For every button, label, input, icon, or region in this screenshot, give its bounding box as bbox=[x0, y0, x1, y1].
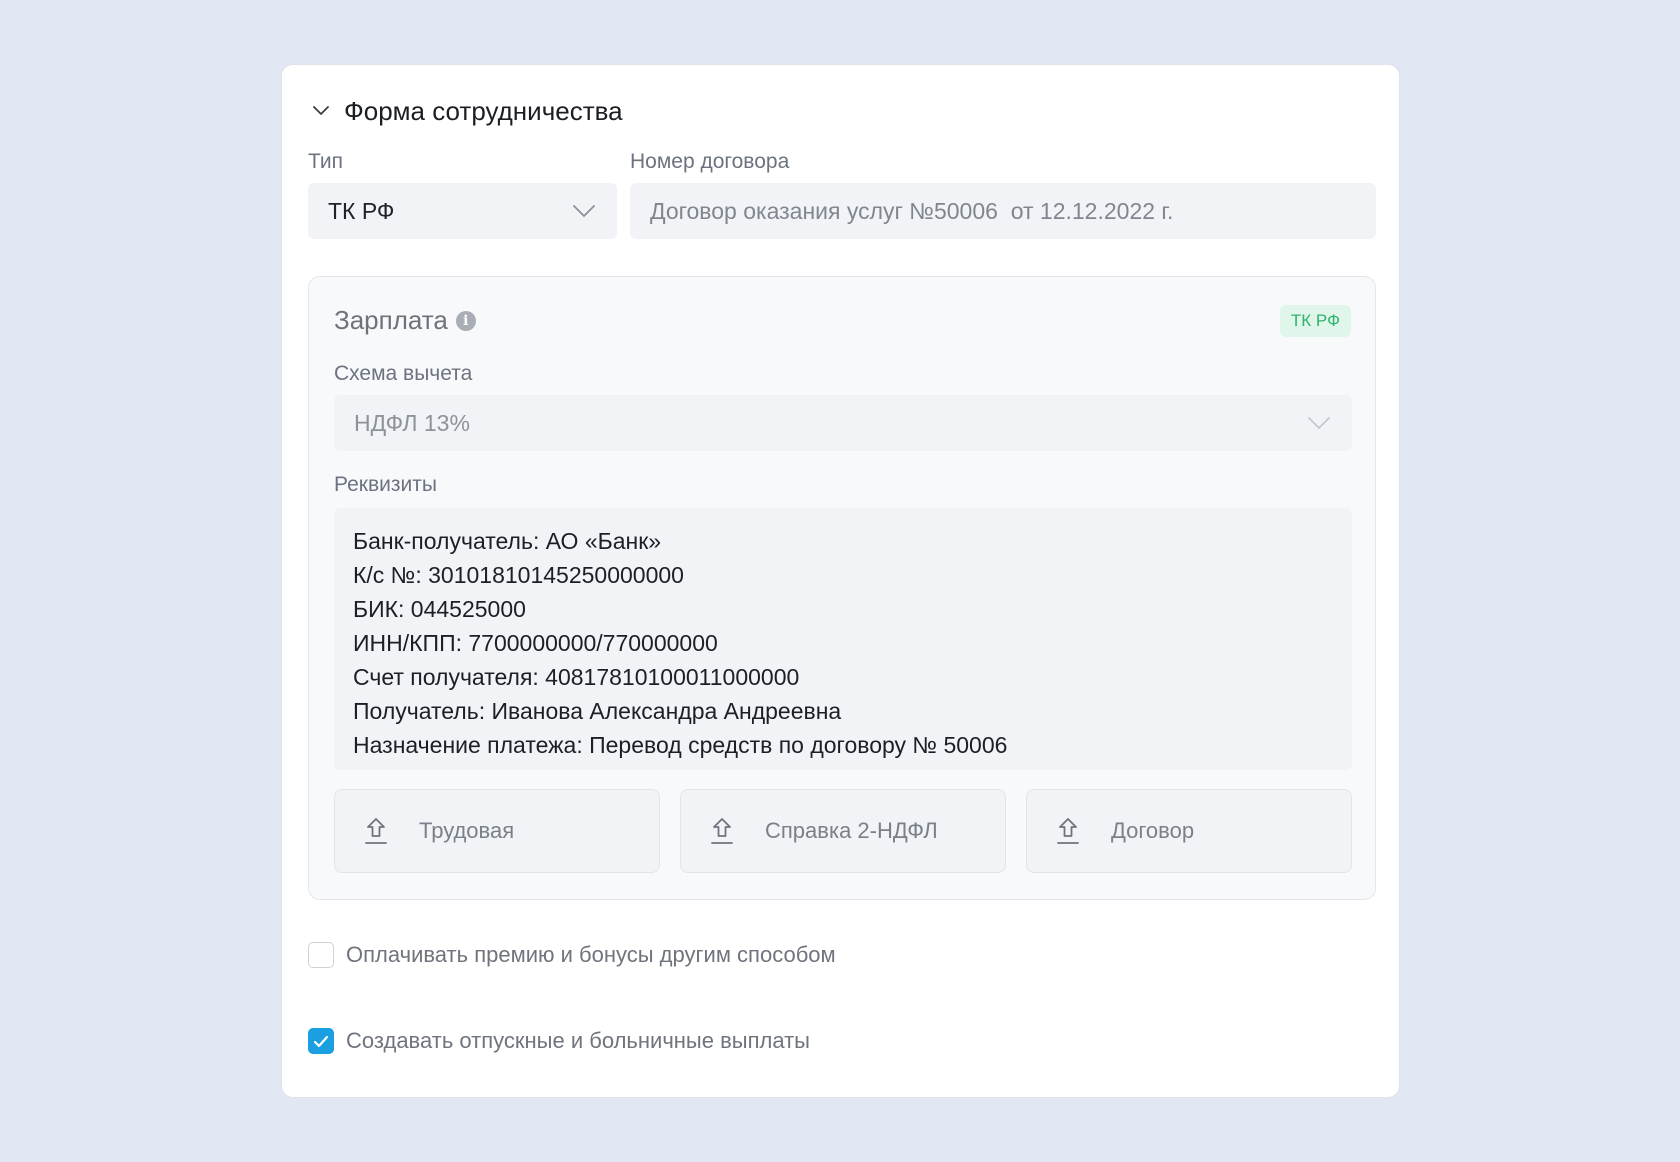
upload-label: Трудовая bbox=[419, 818, 515, 843]
chevron-down-icon bbox=[1306, 415, 1332, 431]
requisites-line: Банк-получатель: АО «Банк» bbox=[353, 528, 662, 554]
requisites-line: БИК: 044525000 bbox=[353, 596, 526, 622]
contract-number-input[interactable]: Договор оказания услуг №50006 от 12.12.2… bbox=[630, 183, 1376, 239]
requisites-label: Реквизиты bbox=[334, 473, 437, 496]
upload-icon bbox=[1055, 816, 1081, 846]
type-label: Тип bbox=[308, 150, 344, 173]
vacation-sick-payments-option[interactable]: Создавать отпускные и больничные выплаты bbox=[308, 1028, 810, 1054]
deduction-scheme-value: НДФЛ 13% bbox=[354, 409, 470, 436]
bonus-payment-option[interactable]: Оплачивать премию и бонусы другим способ… bbox=[308, 942, 836, 968]
deduction-scheme-select[interactable]: НДФЛ 13% bbox=[334, 395, 1352, 451]
contract-number-value: Договор оказания услуг №50006 от 12.12.2… bbox=[650, 197, 1174, 224]
upload-employment-book-button[interactable]: Трудовая bbox=[334, 789, 660, 873]
requisites-line: К/с №: 30101810145250000000 bbox=[353, 562, 684, 588]
contract-number-label: Номер договора bbox=[630, 150, 790, 173]
upload-icon bbox=[709, 816, 735, 846]
info-icon[interactable]: i bbox=[455, 310, 476, 331]
cooperation-form-card: Форма сотрудничества Тип ТК РФ Номер дог… bbox=[281, 64, 1400, 1098]
status-badge: ТК РФ bbox=[1279, 305, 1351, 337]
bonus-payment-label: Оплачивать премию и бонусы другим способ… bbox=[346, 942, 836, 967]
type-select[interactable]: ТК РФ bbox=[308, 183, 617, 239]
upload-label: Справка 2-НДФЛ bbox=[765, 818, 938, 843]
salary-title-row: Зарплата i bbox=[334, 305, 476, 336]
vacation-sick-payments-checkbox[interactable] bbox=[308, 1028, 334, 1054]
section-title: Форма сотрудничества bbox=[344, 95, 623, 126]
bonus-payment-checkbox[interactable] bbox=[308, 942, 334, 968]
upload-icon bbox=[363, 816, 389, 846]
deduction-scheme-label: Схема вычета bbox=[334, 362, 473, 385]
requisites-textarea[interactable]: Банк-получатель: АО «Банк» К/с №: 301018… bbox=[334, 508, 1352, 770]
upload-contract-button[interactable]: Договор bbox=[1026, 789, 1352, 873]
upload-2ndfl-button[interactable]: Справка 2-НДФЛ bbox=[680, 789, 1006, 873]
requisites-line: Назначение платежа: Перевод средств по д… bbox=[353, 732, 1008, 758]
chevron-down-icon bbox=[571, 203, 597, 219]
chevron-down-icon[interactable] bbox=[308, 98, 334, 124]
salary-panel: Зарплата i ТК РФ Схема вычета НДФЛ 13% Р… bbox=[308, 276, 1376, 900]
checkmark-icon bbox=[313, 1035, 329, 1047]
vacation-sick-payments-label: Создавать отпускные и больничные выплаты bbox=[346, 1028, 810, 1053]
requisites-line: ИНН/КПП: 7700000000/770000000 bbox=[353, 630, 718, 656]
requisites-line: Получатель: Иванова Александра Андреевна bbox=[353, 698, 842, 724]
type-select-value: ТК РФ bbox=[328, 197, 395, 224]
upload-buttons: Трудовая Справка 2-НДФЛ Договор bbox=[334, 789, 1352, 873]
requisites-line: Счет получателя: 40817810100011000000 bbox=[353, 664, 800, 690]
upload-label: Договор bbox=[1111, 818, 1195, 843]
section-header[interactable]: Форма сотрудничества bbox=[308, 91, 623, 131]
salary-title: Зарплата bbox=[334, 305, 448, 335]
